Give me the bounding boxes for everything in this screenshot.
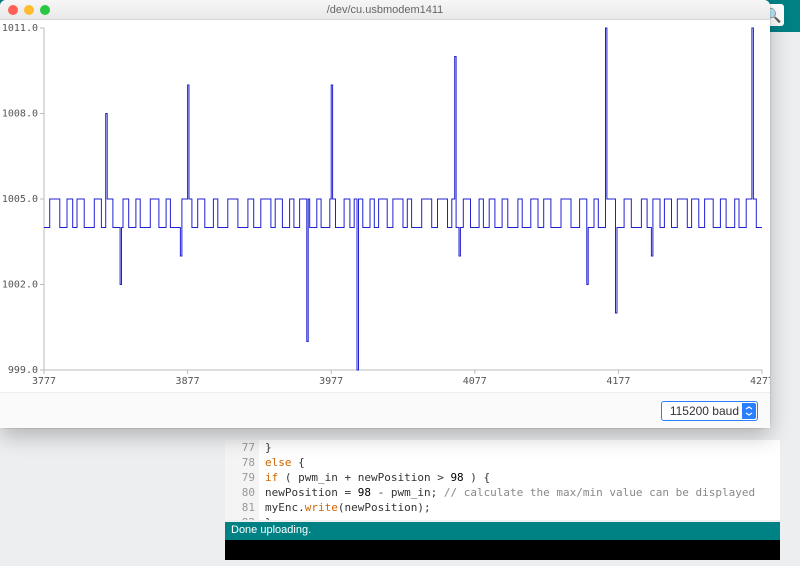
svg-text:1005.0: 1005.0	[2, 194, 38, 205]
code-lines: } else { if ( pwm_in + newPosition > 98 …	[265, 440, 780, 520]
code-editor[interactable]: 777879808182 } else { if ( pwm_in + newP…	[225, 440, 780, 520]
plot-area: 999.0 1002.0 1005.0 1008.0 1011.0 3777 3877 397…	[0, 20, 770, 392]
svg-text:4077: 4077	[463, 376, 487, 387]
status-bar: Done uploading.	[225, 522, 780, 540]
line-chart: 999.0 1002.0 1005.0 1008.0 1011.0 3777 3877 397…	[0, 20, 770, 392]
svg-text:3877: 3877	[176, 376, 200, 387]
minimize-icon[interactable]	[24, 5, 34, 15]
window-controls[interactable]	[8, 5, 50, 15]
plotter-footer: 115200 baud	[0, 392, 770, 428]
svg-text:1011.0: 1011.0	[2, 23, 38, 34]
baud-rate-select[interactable]: 115200 baud	[661, 401, 758, 421]
zoom-icon[interactable]	[40, 5, 50, 15]
svg-text:4177: 4177	[606, 376, 630, 387]
svg-text:4277: 4277	[750, 376, 770, 387]
svg-text:999.0: 999.0	[8, 365, 38, 376]
status-text: Done uploading.	[231, 524, 311, 536]
window-title: /dev/cu.usbmodem1411	[327, 4, 444, 16]
serial-plotter-window: /dev/cu.usbmodem1411 999.0 1002.0 1005.0 10…	[0, 0, 770, 428]
svg-text:1002.0: 1002.0	[2, 280, 38, 291]
line-number-gutter: 777879808182	[225, 440, 259, 520]
console-output[interactable]	[225, 540, 780, 560]
baud-rate-value: 115200 baud	[670, 404, 739, 418]
svg-text:1008.0: 1008.0	[2, 109, 38, 120]
close-icon[interactable]	[8, 5, 18, 15]
window-titlebar[interactable]: /dev/cu.usbmodem1411	[0, 0, 770, 20]
svg-text:3777: 3777	[32, 376, 56, 387]
svg-text:3977: 3977	[319, 376, 343, 387]
chevron-down-icon	[742, 403, 756, 419]
